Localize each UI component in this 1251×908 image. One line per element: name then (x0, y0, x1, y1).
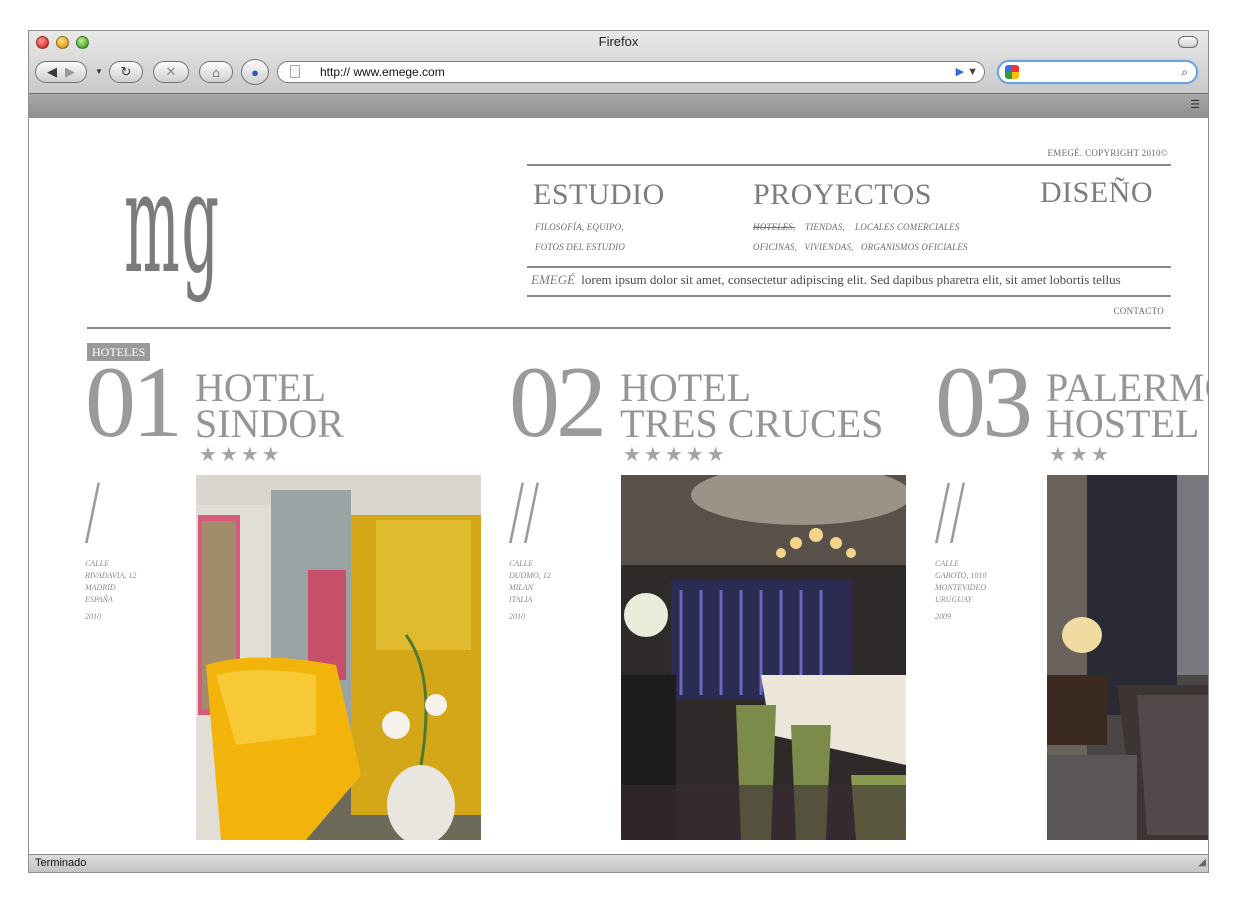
address-line: CALLE (509, 559, 534, 568)
globe-button[interactable]: ● (241, 59, 269, 85)
nav-proyectos[interactable]: PROYECTOS (753, 178, 932, 212)
address-bar[interactable]: http:// www.emege.com ▶ ▼ (277, 61, 985, 83)
hotel-address: CALLE DUOMO, 12 MILAN ITALIA (509, 558, 551, 606)
history-dropdown-icon[interactable]: ▼ (95, 67, 103, 76)
hotel-name[interactable]: PALERMO HOSTEL (1046, 368, 1208, 446)
copyright-text: EMEGÉ. COPYRIGHT 2010© (1047, 148, 1168, 158)
hotel-name-line2: SINDOR (195, 401, 344, 446)
address-line: RIVADAVIA, 12 (85, 571, 137, 580)
link-hoteles[interactable]: HOTELES, (753, 222, 795, 232)
hotel-number: 03 (935, 346, 1033, 459)
resize-grip-icon[interactable]: ◢ (1198, 854, 1206, 871)
address-line: ITALIA (509, 595, 533, 604)
slash-mark: / (85, 463, 101, 562)
proyectos-sub2[interactable]: OFICINAS, VIVIENDAS, ORGANISMOS OFICIALE… (753, 242, 968, 252)
address-line: ESPAÑA (85, 595, 113, 604)
hotel-address: CALLE RIVADAVIA, 12 MADRID ESPAÑA (85, 558, 136, 606)
close-window-button[interactable] (36, 36, 49, 49)
back-forward-buttons: ◀ ▶ (35, 61, 87, 83)
address-line: DUOMO, 12 (509, 571, 551, 580)
star-rating: ★★★★★ (623, 444, 728, 466)
tagline-text: lorem ipsum dolor sit amet, consectetur … (581, 272, 1121, 287)
hotel-tres-cruces-image (621, 475, 906, 840)
slash-mark: // (509, 463, 540, 562)
navigation-toolbar: ◀ ▶ ▼ ↻ ✕ ⌂ ● http:// www.emege.com ▶ ▼ … (29, 58, 1208, 88)
hotel-name[interactable]: HOTEL SINDOR (195, 368, 344, 446)
divider (87, 327, 1171, 329)
divider (527, 164, 1171, 166)
link-locales-comerciales[interactable]: LOCALES COMERCIALES (855, 222, 960, 232)
site-logo[interactable]: mg (124, 154, 221, 294)
estudio-sub1[interactable]: FILOSOFÍA, EQUIPO, (535, 222, 624, 232)
globe-icon: ● (251, 64, 259, 80)
url-text[interactable]: http:// www.emege.com (320, 62, 445, 82)
status-bar: Terminado ◢ (29, 854, 1208, 872)
hotel-address: CALLE GABOTO, 1010 MONTEVIDEO URUGUAY (935, 558, 986, 606)
hotel-year: 2010 (85, 612, 101, 621)
divider (527, 295, 1171, 297)
estudio-sub2[interactable]: FOTOS DEL ESTUDIO (535, 242, 625, 252)
page-icon (290, 65, 300, 78)
address-line: GABOTO, 1010 (935, 571, 987, 580)
hotel-year: 2009 (935, 612, 951, 621)
reload-button[interactable]: ↻ (109, 61, 143, 83)
hotel-year: 2010 (509, 612, 525, 621)
browser-window: Firefox ◀ ▶ ▼ ↻ ✕ ⌂ ● http:// www.emege.… (28, 30, 1209, 873)
status-text: Terminado (35, 857, 87, 869)
hotel-number: 01 (85, 346, 183, 459)
traffic-lights (36, 36, 89, 49)
home-icon: ⌂ (212, 64, 220, 80)
address-line: URUGUAY (935, 595, 972, 604)
star-rating: ★★★★ (199, 444, 283, 466)
search-field[interactable]: ⌕ (997, 60, 1198, 84)
hotel-name-line2: TRES CRUCES (620, 401, 884, 446)
reload-icon: ↻ (120, 64, 132, 79)
bookmarks-toolbar: ☰ (29, 93, 1208, 118)
web-content: mg EMEGÉ. COPYRIGHT 2010© ESTUDIO FILOSO… (29, 118, 1208, 856)
menu-icon[interactable]: ☰ (1190, 98, 1200, 111)
link-tiendas[interactable]: TIENDAS, (805, 222, 845, 232)
tagline: EMEGÉ lorem ipsum dolor sit amet, consec… (531, 272, 1121, 288)
address-line: MILAN (509, 583, 533, 592)
hotel-photo[interactable] (621, 475, 906, 840)
stop-button[interactable]: ✕ (153, 61, 189, 83)
nav-diseno[interactable]: DISEÑO (1040, 176, 1153, 210)
nav-estudio[interactable]: ESTUDIO (533, 178, 665, 212)
star-rating: ★★★ (1049, 444, 1112, 466)
window-title: Firefox (598, 34, 639, 49)
minimize-window-button[interactable] (56, 36, 69, 49)
address-line: CALLE (85, 559, 110, 568)
go-icon[interactable]: ▶ ▼ (956, 63, 978, 81)
address-line: CALLE (935, 559, 960, 568)
forward-arrow-icon[interactable]: ▶ (65, 64, 75, 80)
browser-chrome: Firefox ◀ ▶ ▼ ↻ ✕ ⌂ ● http:// www.emege.… (29, 31, 1208, 118)
home-button[interactable]: ⌂ (199, 61, 233, 83)
stop-icon: ✕ (165, 64, 177, 79)
hotel-name-line2: HOSTEL (1046, 401, 1200, 446)
hotel-photo[interactable] (196, 475, 481, 840)
address-line: MONTEVIDEO (935, 583, 987, 592)
tagline-brand: EMEGÉ (531, 272, 576, 287)
hotel-number: 02 (509, 346, 607, 459)
search-icon[interactable]: ⌕ (1181, 62, 1188, 82)
zoom-window-button[interactable] (76, 36, 89, 49)
slash-mark: // (935, 463, 966, 562)
palermo-hostel-image (1047, 475, 1208, 840)
hotel-sindor-image (196, 475, 481, 840)
hotel-name[interactable]: HOTEL TRES CRUCES (620, 368, 884, 446)
hotel-photo[interactable] (1047, 475, 1208, 840)
toolbar-toggle-button[interactable] (1178, 36, 1198, 48)
google-icon[interactable] (1005, 65, 1019, 79)
contact-link[interactable]: CONTACTO (1113, 306, 1164, 316)
address-line: MADRID (85, 583, 116, 592)
divider (527, 266, 1171, 268)
back-arrow-icon[interactable]: ◀ (47, 64, 57, 80)
